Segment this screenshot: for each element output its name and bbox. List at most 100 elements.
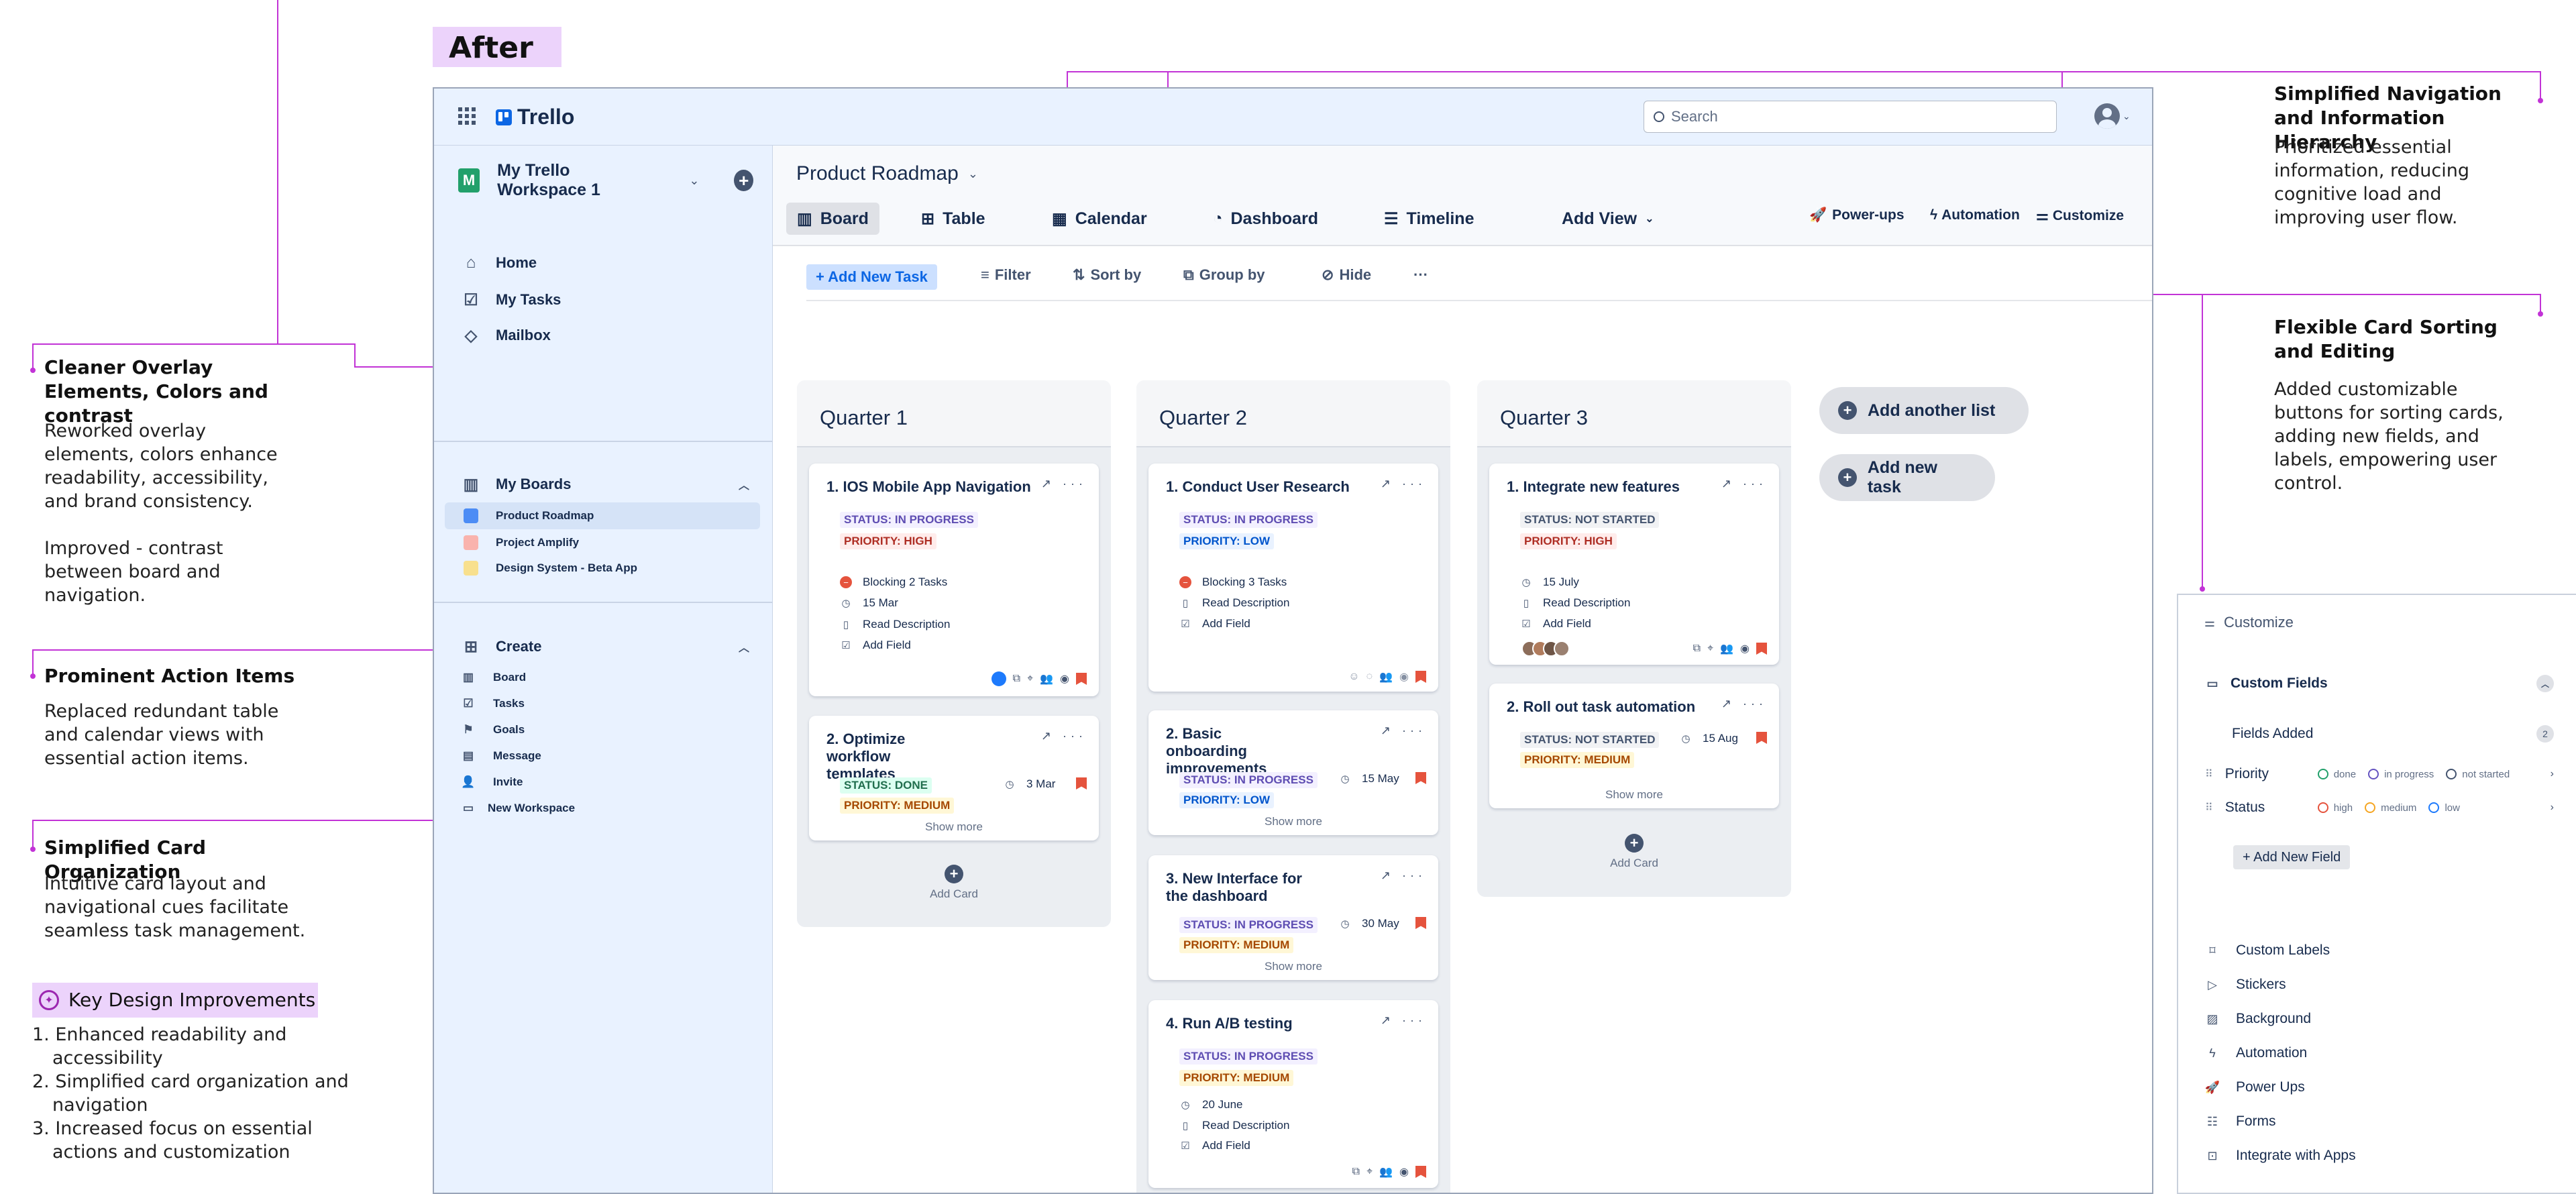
list-title[interactable]: Quarter 2 [1136,380,1450,447]
add-another-list-button[interactable]: + Add another list [1819,387,2029,434]
read-description-link[interactable]: ▯ Read Description [840,618,951,631]
add-card-button[interactable]: + Add Card [1477,834,1791,870]
create-item-tasks[interactable]: ☑ Tasks [461,696,525,711]
card-open-menu-icon[interactable]: ↗ ··· [1381,869,1426,883]
option-medium[interactable]: medium [2365,802,2416,814]
customize-button[interactable]: ⚌ Customize [2036,207,2124,224]
create-item-board[interactable]: ▥ Board [461,670,526,685]
add-field-link[interactable]: ☑ Add Field [840,639,911,652]
trello-logo[interactable]: Trello [496,105,574,129]
priority-field-row[interactable]: ⠿ Priority done in progress not started … [2205,766,2554,782]
add-field-link[interactable]: ☑ Add Field [1179,1139,1250,1152]
menu-item-power-ups[interactable]: 🚀 Power Ups [2205,1079,2305,1095]
status-badge: STATUS: IN PROGRESS [1179,917,1318,933]
sidebar-item-my-tasks[interactable]: ☑ My Tasks [461,290,561,310]
card-open-menu-icon[interactable]: ↗ ··· [1381,724,1426,738]
task-card[interactable]: 1. Conduct User Research ↗ ··· STATUS: I… [1148,464,1438,692]
task-card[interactable]: 1. IOS Mobile App Navigation ↗ ··· STATU… [809,464,1099,696]
tab-board[interactable]: ▥ Board [786,203,879,235]
option-in-progress[interactable]: in progress [2368,769,2434,780]
custom-fields-header[interactable]: ▭ Custom Fields ︿ [2205,675,2554,692]
option-done[interactable]: done [2317,769,2356,780]
task-card[interactable]: 3. New Interface for the dashboard ↗ ···… [1148,855,1438,980]
create-item-message[interactable]: ▤ Message [461,749,541,763]
app-grid-icon[interactable] [458,107,476,125]
menu-item-background[interactable]: ▨ Background [2205,1011,2311,1027]
show-more-link[interactable]: Show more [809,820,1099,834]
task-card[interactable]: 2. Basic onboarding improvements ↗ ··· S… [1148,710,1438,835]
create-item-invite[interactable]: 👤 Invite [461,775,523,790]
create-header[interactable]: ⊞ Create ︿ [461,637,749,657]
card-open-menu-icon[interactable]: ↗ ··· [1041,477,1087,491]
option-low[interactable]: low [2428,802,2460,814]
filter-button[interactable]: ≡ Filter [981,266,1031,284]
search-input[interactable]: Search [1644,101,2057,133]
menu-item-forms[interactable]: ☷ Forms [2205,1114,2276,1130]
sort-by-button[interactable]: ⇅ Sort by [1073,266,1141,284]
add-workspace-icon[interactable]: + [734,170,753,191]
chevron-right-icon[interactable]: › [2551,768,2554,780]
tab-table[interactable]: ⊞ Table [910,203,996,235]
list-title[interactable]: Quarter 1 [797,380,1111,447]
read-description-link[interactable]: ▯ Read Description [1179,596,1290,610]
list-title[interactable]: Quarter 3 [1477,380,1791,447]
menu-item-stickers[interactable]: ▷ Stickers [2205,977,2286,993]
task-card[interactable]: 2. Optimize workflow templates ↗ ··· STA… [809,716,1099,840]
read-description-link[interactable]: ▯ Read Description [1520,596,1631,610]
card-open-menu-icon[interactable]: ↗ ··· [1381,477,1426,491]
chevron-right-icon[interactable]: › [2551,802,2554,814]
board-item-design-system[interactable]: Design System - Beta App [445,555,760,582]
tab-label: Calendar [1075,209,1147,228]
user-avatar-menu[interactable]: ⌄ [2094,103,2131,129]
task-card[interactable]: 1. Integrate new features ↗ ··· STATUS: … [1489,464,1779,665]
task-card[interactable]: 2. Roll out task automation ↗ ··· STATUS… [1489,684,1779,808]
add-field-link[interactable]: ☑ Add Field [1179,617,1250,631]
menu-item-automation[interactable]: ϟ Automation [2205,1045,2307,1061]
add-new-task-pill-button[interactable]: + Add new task [1819,454,1995,501]
group-by-button[interactable]: ⧉ Group by [1183,266,1265,284]
task-card[interactable]: 4. Run A/B testing ↗ ··· STATUS: IN PROG… [1148,1000,1438,1188]
create-item-new-workspace[interactable]: ▭ New Workspace [461,801,575,816]
board-item-product-roadmap[interactable]: Product Roadmap [445,502,760,529]
show-more-link[interactable]: Show more [1148,815,1438,828]
card-open-menu-icon[interactable]: ↗ ··· [1381,1014,1426,1028]
tab-add-view[interactable]: Add View ⌄ [1551,203,1664,235]
automation-button[interactable]: ϟ Automation [1930,207,2020,223]
lightbulb-icon: ✦ [39,990,59,1010]
blocking-info: − Blocking 3 Tasks [1179,576,1287,589]
option-not-started[interactable]: not started [2446,769,2510,780]
show-more-link[interactable]: Show more [1489,788,1779,802]
board-item-project-amplify[interactable]: Project Amplify [445,529,760,556]
card-open-menu-icon[interactable]: ↗ ··· [1041,729,1087,743]
copy-icon: ⧉ [1693,643,1701,654]
menu-item-integrate-apps[interactable]: ⊡ Integrate with Apps [2205,1148,2355,1164]
create-item-goals[interactable]: ⚑ Goals [461,722,525,737]
group-label: Group by [1199,266,1265,283]
tab-timeline[interactable]: ☰ Timeline [1373,203,1485,235]
add-field-link[interactable]: ☑ Add Field [1520,617,1591,631]
power-ups-button[interactable]: 🚀 Power-ups [1809,207,1904,223]
drag-handle-icon[interactable]: ⠿ [2205,801,2213,814]
read-description-link[interactable]: ▯ Read Description [1179,1119,1290,1132]
menu-item-custom-labels[interactable]: ⌑ Custom Labels [2205,942,2330,959]
option-high[interactable]: high [2317,802,2353,814]
show-more-link[interactable]: Show more [1148,960,1438,973]
more-options-button[interactable]: ··· [1413,266,1428,284]
card-open-menu-icon[interactable]: ↗ ··· [1721,697,1767,711]
sidebar-item-mailbox[interactable]: ◇ Mailbox [461,325,551,345]
tab-dashboard[interactable]: ◔ Dashboard [1202,203,1329,235]
my-boards-header[interactable]: ▥ My Boards ︿ [461,474,749,494]
tab-calendar[interactable]: ▦ Calendar [1041,203,1158,235]
hide-button[interactable]: ⊘ Hide [1322,266,1371,284]
sidebar-item-home[interactable]: ⌂ Home [461,253,537,273]
add-new-task-button[interactable]: + Add New Task [806,264,937,290]
board-title[interactable]: Product Roadmap ⌄ [796,162,978,185]
due-date: ◷ 15 May [1339,772,1399,785]
priority-badge: PRIORITY: MEDIUM [1179,937,1294,953]
add-new-field-button[interactable]: + Add New Field [2233,845,2351,869]
drag-handle-icon[interactable]: ⠿ [2205,767,2213,781]
workspace-switcher[interactable]: M My Trello Workspace 1 ⌄ + [458,161,753,199]
card-open-menu-icon[interactable]: ↗ ··· [1721,477,1767,491]
status-field-row[interactable]: ⠿ Status high medium low › [2205,800,2554,816]
add-card-button[interactable]: + Add Card [797,865,1111,901]
